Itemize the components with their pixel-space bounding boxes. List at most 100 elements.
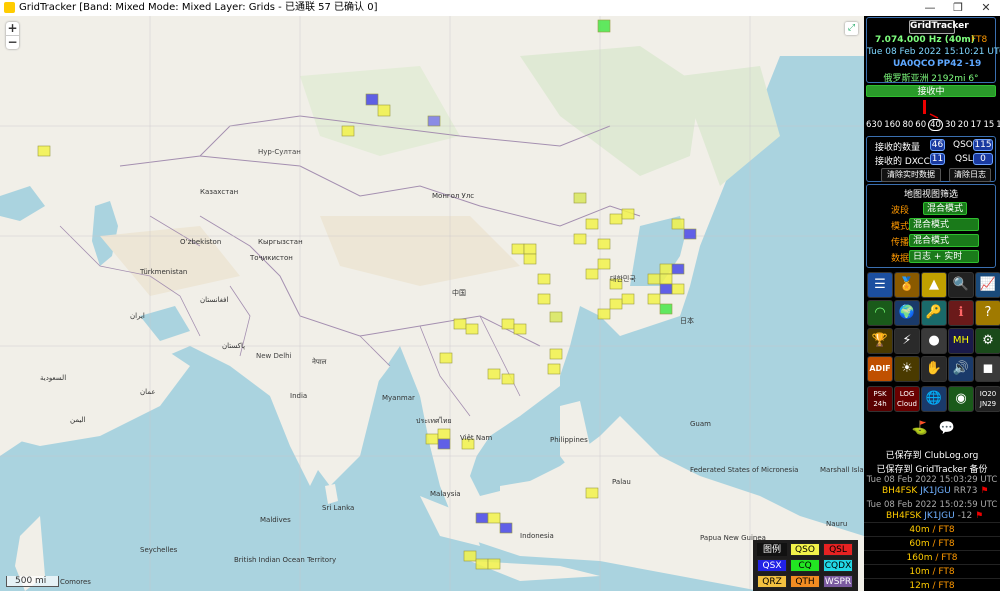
lightning-icon[interactable]: ⚡ <box>894 328 920 354</box>
grid-square <box>597 19 611 33</box>
wifi-signal-icon[interactable]: ◠ <box>867 300 893 326</box>
help-question-icon[interactable]: ? <box>975 300 1000 326</box>
legend-cq[interactable]: CQ <box>790 559 820 572</box>
entry-1-call2[interactable]: JK1JGU <box>920 486 951 496</box>
grid-square <box>501 373 515 385</box>
map-canvas[interactable] <box>0 16 864 591</box>
grid-square <box>683 228 697 240</box>
clear-log-button[interactable]: 清除日志 <box>949 168 991 182</box>
road-map-icon[interactable]: ▲ <box>921 272 947 298</box>
logbook-cloud-icon[interactable]: LOG Cloud <box>894 386 920 412</box>
band-activity-mode: FT8 <box>938 567 955 577</box>
map-label-uzbekistan: Oʻzbekiston <box>180 238 222 246</box>
legend-qsl[interactable]: QSL <box>823 543 853 556</box>
legend-qth[interactable]: QTH <box>790 575 820 588</box>
legend-qsx[interactable]: QSX <box>757 559 787 572</box>
award-medal-icon[interactable]: 🏅 <box>894 272 920 298</box>
band-option-160[interactable]: 160 <box>884 120 900 130</box>
filter-band-select[interactable]: 混合模式 <box>923 202 967 215</box>
entry-2-call2[interactable]: JK1JGU <box>924 511 955 521</box>
trophy-icon[interactable]: 🏆 <box>867 328 893 354</box>
mh4-icon[interactable]: MH <box>948 328 974 354</box>
grid-square <box>585 487 599 499</box>
psk-reporter-icon[interactable]: PSK 24h <box>867 386 893 412</box>
map-label-astana: Нур-Султан <box>258 148 301 156</box>
band-option-20[interactable]: 20 <box>958 120 969 130</box>
key-icon[interactable]: 🔑 <box>921 300 947 326</box>
grid-square <box>37 145 51 157</box>
grid-square <box>671 218 685 230</box>
grid-square <box>487 368 501 380</box>
grid-square <box>621 208 635 220</box>
map-label-saudi: السعودية <box>40 374 67 382</box>
rx-status-indicator[interactable]: 接收中 <box>866 85 996 97</box>
grid-square <box>549 348 563 360</box>
zoom-in-button[interactable]: + <box>6 22 19 35</box>
filter-data-select[interactable]: 日志 + 实时 <box>909 250 979 263</box>
mode-display: FT8 <box>971 35 988 45</box>
legend-qso[interactable]: QSO <box>790 543 820 556</box>
zoom-out-button[interactable]: − <box>6 35 19 49</box>
clear-realtime-button[interactable]: 清除实时数据 <box>881 168 941 182</box>
rx-dxcc-label: 接收的 DXCC <box>875 157 930 167</box>
legend-cqdx[interactable]: CQDX <box>823 559 853 572</box>
entry-1-call1[interactable]: BH4FSK <box>882 486 917 496</box>
map-label-myanmar: Myanmar <box>382 394 415 402</box>
minimize-icon[interactable]: — <box>916 0 944 16</box>
grid-locator-icon[interactable]: IO20 JN29 <box>975 386 1000 412</box>
band-activity-mode: FT8 <box>941 553 958 563</box>
band-option-15[interactable]: 15 <box>983 120 994 130</box>
close-icon[interactable]: ✕ <box>972 0 1000 16</box>
grid-square <box>547 363 561 375</box>
qsl-count-value: 0 <box>973 153 993 165</box>
info-radio-icon[interactable]: ℹ <box>948 300 974 326</box>
grid-square <box>523 253 537 265</box>
red-flag-icon: ⚑ <box>975 511 984 521</box>
map-label-thailand: ประเทศไทย <box>416 417 452 425</box>
magnifier-icon[interactable]: 🔍 <box>948 272 974 298</box>
filter-mode-select[interactable]: 混合模式 <box>909 218 979 231</box>
band-option-12[interactable]: 12 <box>996 120 1000 130</box>
map-label-malaysia: Malaysia <box>430 490 461 498</box>
band-option-60[interactable]: 60 <box>915 120 926 130</box>
legend-qrz[interactable]: QRZ <box>757 575 787 588</box>
golf-flag-icon[interactable]: ⛳ <box>907 416 933 442</box>
band-activity-band: 40m <box>909 525 930 535</box>
grid-square <box>585 218 599 230</box>
grid-square <box>523 243 537 255</box>
map-label-palau: Palau <box>612 478 631 486</box>
band-option-80[interactable]: 80 <box>902 120 913 130</box>
grid-square <box>537 273 551 285</box>
globe-settings-icon[interactable]: 🌐 <box>921 386 947 412</box>
band-option-30[interactable]: 30 <box>945 120 956 130</box>
moon-icon[interactable]: ● <box>921 328 947 354</box>
band-option-630[interactable]: 630 <box>866 120 882 130</box>
hand-user-icon[interactable]: ✋ <box>921 356 947 382</box>
sun-icon[interactable]: ☀ <box>894 356 920 382</box>
last-callsign[interactable]: UA0QCO <box>893 59 935 69</box>
app-name: GridTracker <box>909 20 969 34</box>
map-label-korea: 대한민국 <box>610 275 636 283</box>
adif-file-icon[interactable]: ADIF <box>867 356 893 382</box>
log-saved-backup: 已保存到 GridTracker 备份 <box>876 465 988 475</box>
restore-icon[interactable]: ❐ <box>944 0 972 16</box>
speaker-icon[interactable]: 🔊 <box>948 356 974 382</box>
band-option-17[interactable]: 17 <box>971 120 982 130</box>
map-view[interactable]: Нур-Султан Казахстан Монгол Улс 中国 Кыргы… <box>0 16 864 591</box>
filter-prop-select[interactable]: 混合模式 <box>909 234 979 247</box>
band-activity-mode: FT8 <box>938 581 955 591</box>
fullscreen-icon[interactable]: ⤢ <box>845 22 858 35</box>
settings-gear-icon[interactable]: ⚙ <box>975 328 1000 354</box>
puzzle-icon[interactable]: ◼ <box>975 356 1000 382</box>
band-option-40[interactable]: 40 <box>928 119 943 131</box>
trend-chart-icon[interactable]: 📈 <box>975 272 1000 298</box>
radar-icon[interactable]: ◉ <box>948 386 974 412</box>
log-list-icon[interactable]: ☰ <box>867 272 893 298</box>
legend-wspr[interactable]: WSPR <box>823 575 853 588</box>
globe-icon[interactable]: 🌍 <box>894 300 920 326</box>
map-label-china: 中国 <box>452 289 466 297</box>
map-label-micronesia: Federated States of Micronesia <box>690 466 799 474</box>
qso-label: QSO <box>953 140 973 150</box>
entry-2-call1[interactable]: BH4FSK <box>886 511 921 521</box>
chat-bubbles-icon[interactable]: 💬 <box>934 416 960 442</box>
